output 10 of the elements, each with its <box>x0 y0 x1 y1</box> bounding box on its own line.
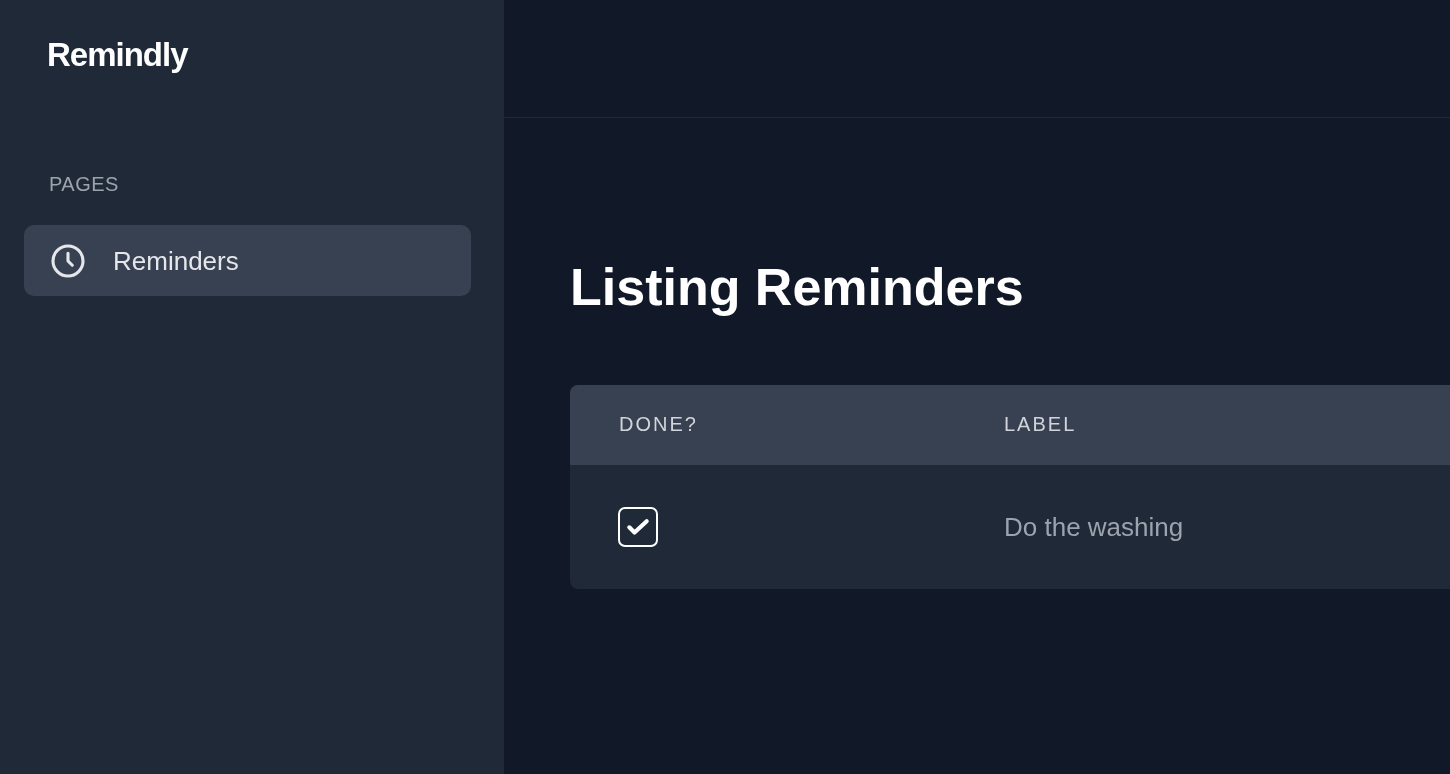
clock-icon <box>51 243 85 278</box>
column-header: DONE? <box>619 413 698 435</box>
checkbox[interactable] <box>618 507 658 547</box>
check-icon <box>627 518 649 536</box>
reminder-label: Do the washing <box>1004 512 1184 542</box>
column-header: LABEL <box>1004 413 1077 435</box>
app-logo[interactable]: Remindly <box>47 36 188 73</box>
section-title: PAGES <box>49 173 119 195</box>
sidebar-item[interactable]: Reminders <box>24 225 471 296</box>
page-title: Listing Reminders <box>570 257 1024 318</box>
